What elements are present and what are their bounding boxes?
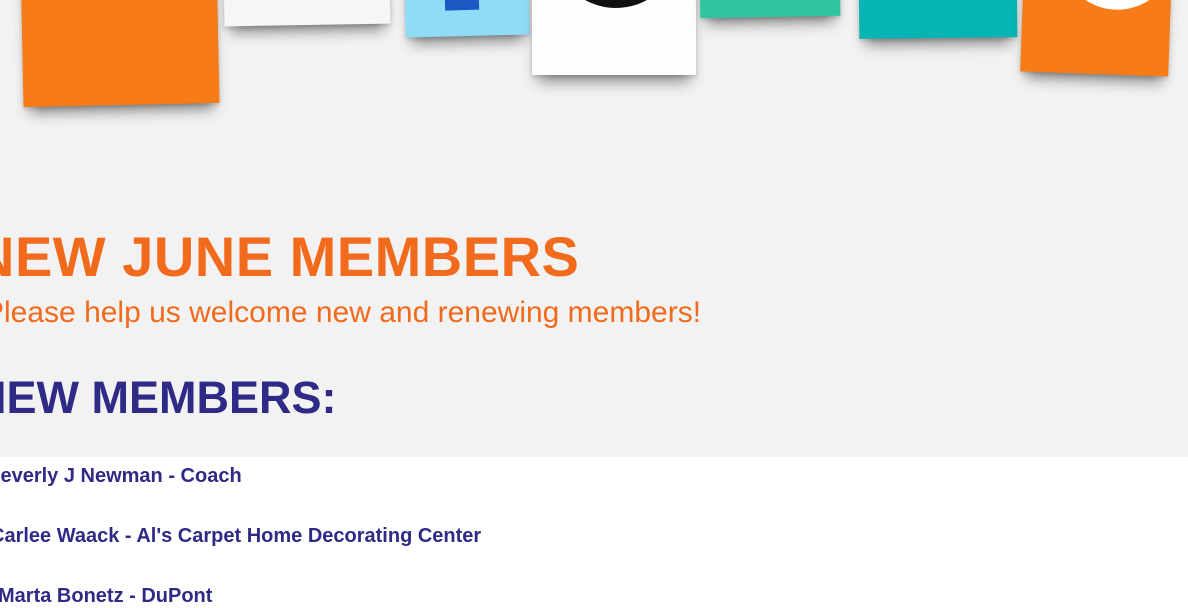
teal-card: [858, 0, 1018, 39]
white-c-card: [532, 0, 696, 75]
blue-letter-fragment: [444, 0, 480, 11]
page-title: NEW JUNE MEMBERS: [0, 225, 580, 288]
light-blue-card: [404, 0, 530, 38]
member-item: Carlee Waack - Al's Carpet Home Decorati…: [0, 525, 482, 547]
white-letter-arc: [1058, 0, 1172, 12]
orange-card: [1020, 0, 1172, 77]
green-card: [699, 0, 841, 19]
member-item: Beverly J Newman - Coach: [0, 465, 242, 487]
letter-w: W: [21, 0, 218, 28]
orange-w-card: W: [20, 0, 220, 108]
letter-c-ring: [552, 0, 680, 8]
welcome-subtitle: Please help us welcome new and renewing …: [0, 296, 702, 329]
white-card: [223, 0, 391, 27]
member-item: Marta Bonetz - DuPont: [0, 585, 213, 607]
hero-banner: W NEW JUNE MEMBERS Please help us welcom…: [0, 0, 1188, 457]
new-members-heading: NEW MEMBERS:: [0, 372, 337, 423]
